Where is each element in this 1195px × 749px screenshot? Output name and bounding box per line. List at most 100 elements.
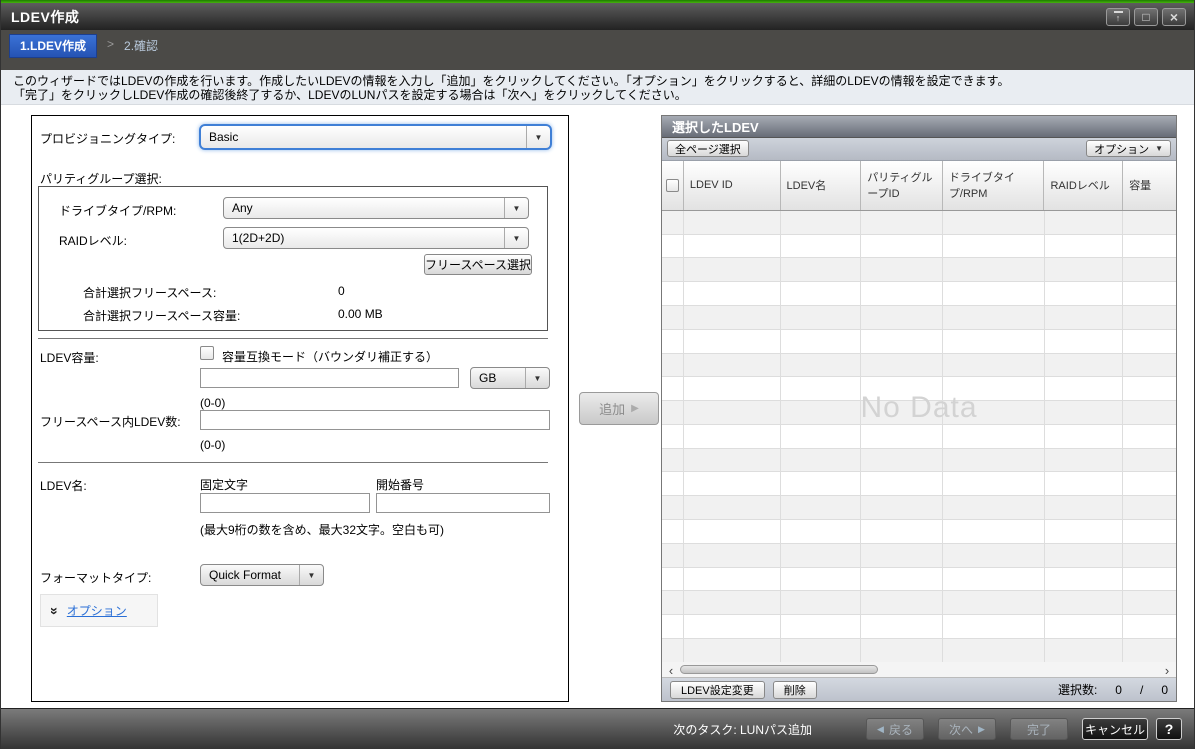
table-cell <box>1045 425 1124 448</box>
next-button-label: 次へ <box>949 721 973 738</box>
table-row <box>662 211 1176 235</box>
table-cell <box>861 211 943 234</box>
scroll-left-icon[interactable]: ‹ <box>664 662 678 678</box>
table-row <box>662 544 1176 568</box>
next-button[interactable]: 次へ ▶ <box>938 718 996 740</box>
table-cell <box>861 282 943 305</box>
ldev-count-label: フリースペース内LDEV数: <box>40 413 181 430</box>
delete-button[interactable]: 削除 <box>773 681 817 699</box>
popout-glyph: ↑ <box>1114 11 1123 22</box>
instruction-line-2: 「完了」をクリックしLDEV作成の確認後終了するか、LDEVのLUNパスを設定す… <box>13 88 1182 102</box>
step-1-create-ldev[interactable]: 1.LDEV作成 <box>9 34 97 58</box>
help-button[interactable]: ? <box>1156 718 1182 740</box>
raid-level-select[interactable]: 1(2D+2D) ▼ <box>223 227 529 249</box>
select-all-pages-button[interactable]: 全ページ選択 <box>667 140 749 157</box>
change-ldev-settings-button[interactable]: LDEV設定変更 <box>670 681 765 699</box>
chevron-down-icon: ▼ <box>1155 144 1163 153</box>
table-cell <box>861 520 943 543</box>
options-expander[interactable]: » オプション <box>40 594 158 627</box>
instruction-text: このウィザードではLDEVの作成を行います。作成したいLDEVの情報を入力し「追… <box>1 70 1194 105</box>
table-cell <box>1123 211 1176 234</box>
table-cell <box>861 235 943 258</box>
capacity-input[interactable] <box>200 368 459 388</box>
table-cell <box>662 472 684 495</box>
cancel-button[interactable]: キャンセル <box>1082 718 1148 740</box>
table-cell <box>1123 449 1176 472</box>
popout-icon[interactable]: ↑ <box>1106 8 1130 26</box>
table-options-button[interactable]: オプション ▼ <box>1086 140 1171 157</box>
options-link[interactable]: オプション <box>67 602 127 619</box>
table-cell <box>684 425 781 448</box>
table-cell <box>781 235 862 258</box>
finish-button[interactable]: 完了 <box>1010 718 1068 740</box>
chevron-down-icon[interactable]: ▼ <box>504 228 528 248</box>
table-cell <box>684 282 781 305</box>
select-free-space-button[interactable]: フリースペース選択 <box>424 254 532 275</box>
table-cell <box>781 258 862 281</box>
column-header-capacity[interactable]: 容量 <box>1123 161 1176 210</box>
drive-type-select[interactable]: Any ▼ <box>223 197 529 219</box>
column-header-raid-level[interactable]: RAIDレベル <box>1044 161 1123 210</box>
start-number-input[interactable] <box>376 493 550 513</box>
table-cell <box>684 544 781 567</box>
column-header-ldev-id[interactable]: LDEV ID <box>684 161 781 210</box>
table-cell <box>1045 615 1124 638</box>
table-cell <box>781 354 862 377</box>
ldev-name-note: (最大9桁の数を含め、最大32文字。空白も可) <box>200 521 444 538</box>
table-row <box>662 496 1176 520</box>
table-cell <box>684 639 781 662</box>
table-cell <box>1045 496 1124 519</box>
table-cell <box>1045 639 1124 662</box>
table-cell <box>684 258 781 281</box>
column-header-drive-type[interactable]: ドライブタイプ/RPM <box>943 161 1045 210</box>
fixed-chars-input[interactable] <box>200 493 370 513</box>
table-cell <box>943 282 1045 305</box>
horizontal-scrollbar[interactable]: ‹ › <box>662 662 1176 678</box>
add-button[interactable]: 追加 ▶ <box>579 392 659 425</box>
table-cell <box>662 520 684 543</box>
chevron-down-icon[interactable]: ▼ <box>526 126 550 148</box>
header-checkbox-cell <box>662 161 684 210</box>
chevron-down-icon[interactable]: ▼ <box>504 198 528 218</box>
table-cell <box>684 472 781 495</box>
selected-ldev-title: 選択したLDEV <box>672 117 759 136</box>
table-cell <box>943 211 1045 234</box>
capacity-range-hint: (0-0) <box>200 396 225 410</box>
column-header-parity-group-id[interactable]: パリティグループID <box>861 161 943 210</box>
chevron-down-icon[interactable]: ▼ <box>299 565 323 585</box>
capacity-unit-select[interactable]: GB ▼ <box>470 367 550 389</box>
table-cell <box>861 449 943 472</box>
close-icon[interactable]: × <box>1162 8 1186 26</box>
table-cell <box>662 639 684 662</box>
table-cell <box>943 591 1045 614</box>
format-type-select[interactable]: Quick Format ▼ <box>200 564 324 586</box>
maximize-icon[interactable]: □ <box>1134 8 1158 26</box>
next-arrow-icon: ▶ <box>978 724 985 735</box>
table-cell <box>781 520 862 543</box>
selected-ldev-panel: 選択したLDEV 全ページ選択 オプション ▼ LDEV ID LDEV名 パリ… <box>661 115 1177 702</box>
table-cell <box>943 354 1045 377</box>
table-cell <box>662 425 684 448</box>
capacity-compat-checkbox[interactable] <box>200 346 214 360</box>
chevron-down-icon[interactable]: ▼ <box>525 368 549 388</box>
back-button[interactable]: ◀ 戻る <box>866 718 924 740</box>
popout-arrow: ↑ <box>1116 14 1121 22</box>
table-cell <box>684 330 781 353</box>
ldev-form-panel: プロビジョニングタイプ: Basic ▼ パリティグループ選択: ドライブタイプ… <box>31 115 569 702</box>
table-cell <box>781 211 862 234</box>
capacity-unit-value: GB <box>471 371 525 385</box>
select-all-checkbox[interactable] <box>666 179 679 192</box>
ldev-count-input[interactable] <box>200 410 550 430</box>
table-cell <box>662 496 684 519</box>
table-cell <box>684 211 781 234</box>
table-toolbar: 全ページ選択 オプション ▼ <box>662 138 1176 161</box>
table-cell <box>1123 425 1176 448</box>
wizard-action-bar: 次のタスク: LUNパス追加 ◀ 戻る 次へ ▶ 完了 キャンセル ? <box>1 708 1194 749</box>
total-free-space-value: 0 <box>338 284 345 298</box>
provisioning-type-select[interactable]: Basic ▼ <box>199 124 552 150</box>
scroll-right-icon[interactable]: › <box>1160 662 1174 678</box>
table-row <box>662 258 1176 282</box>
scrollbar-thumb[interactable] <box>680 665 878 674</box>
column-header-ldev-name[interactable]: LDEV名 <box>781 161 862 210</box>
table-cell <box>781 544 862 567</box>
